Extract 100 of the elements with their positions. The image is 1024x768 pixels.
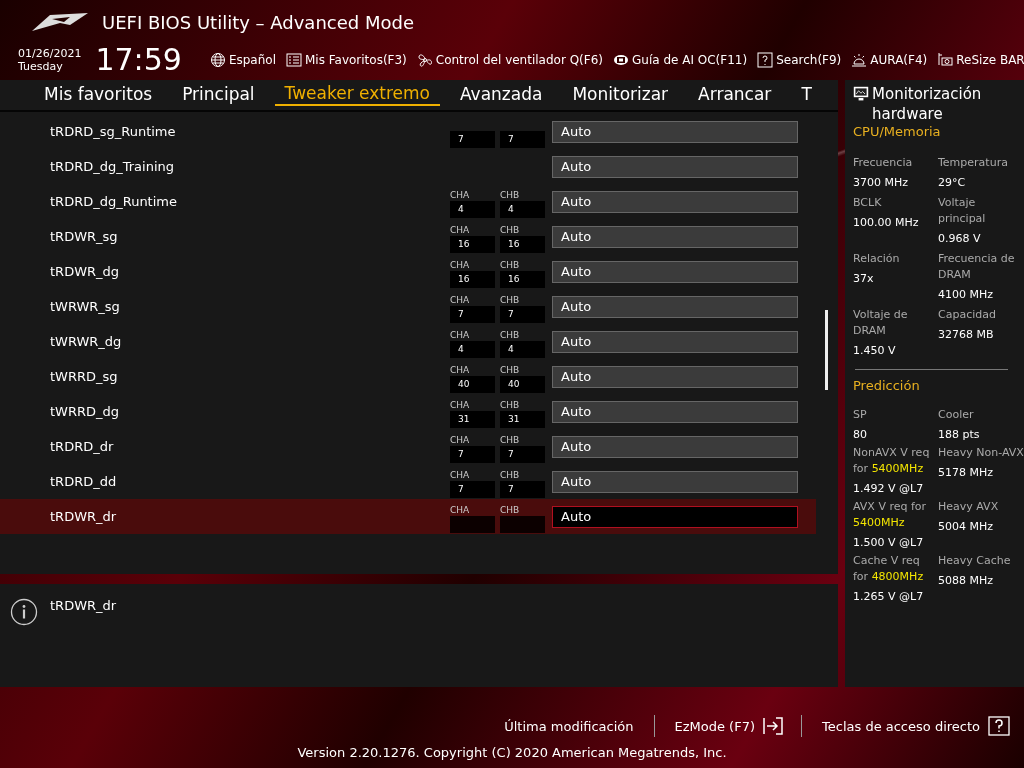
channel-value: 7: [500, 445, 545, 463]
channel-label: CHA: [450, 258, 471, 271]
setting-label: tRDRD_sg_Runtime: [50, 124, 177, 139]
channel-value: [500, 515, 545, 533]
value-field[interactable]: Auto: [552, 365, 798, 388]
toolbar-button[interactable]: AURA(F4): [849, 52, 930, 68]
channel-value: 4: [500, 340, 545, 358]
channel-label: CHA: [450, 468, 471, 481]
toolbar-button[interactable]: Control del ventilador Q(F6): [414, 52, 605, 68]
info-icon: [10, 598, 38, 626]
channel-label: CHB: [500, 503, 521, 516]
setting-label: tWRWR_dg: [50, 334, 123, 349]
value-field[interactable]: Auto: [552, 330, 798, 353]
metric-label: Heavy Cache: [938, 553, 1012, 569]
setting-label: tWRWR_sg: [50, 299, 121, 314]
channel-label: CHA: [450, 328, 471, 341]
section-heading: Predicción: [853, 378, 921, 393]
channel-label: CHB: [500, 363, 521, 376]
metric-label: Temperatura: [938, 155, 1009, 171]
metric-value: 1.265 V @L7: [853, 589, 925, 605]
metric-value: 4100 MHz: [938, 287, 995, 303]
value-field[interactable]: Auto: [552, 295, 798, 318]
toolbar-button[interactable]: Search(F9): [755, 52, 844, 68]
channel-value: 4: [450, 340, 495, 358]
setting-label: tRDWR_dg: [50, 264, 121, 279]
metric-label: Frecuencia: [853, 155, 914, 171]
help-icon[interactable]: [988, 716, 1010, 736]
menu-tab[interactable]: Mis favoritos: [34, 80, 163, 106]
metric-value: 80: [853, 427, 868, 443]
channel-value: 7: [450, 480, 495, 498]
channel-label: CHA: [450, 398, 471, 411]
metric-value: 1.500 V @L7: [853, 535, 925, 551]
channel-value: 4: [450, 200, 495, 218]
channel-label: CHB: [500, 328, 521, 341]
setting-label: tRDRD_dg_Training: [50, 159, 175, 174]
value-field[interactable]: Auto: [552, 470, 798, 493]
metric-label: SP: [853, 407, 868, 423]
channel-value: 7: [500, 305, 545, 323]
ezmode-button[interactable]: EzMode (F7): [672, 718, 757, 734]
metric-label: NonAVX V req for 5400MHz: [853, 445, 931, 477]
channel-value: 7: [500, 130, 545, 148]
metric-label: BCLK: [853, 195, 883, 211]
channel-label: CHB: [500, 258, 521, 271]
card-icon: [937, 52, 954, 68]
metric-value: 5088 MHz: [938, 573, 995, 589]
panel-title: Monitorización hardware: [872, 84, 983, 124]
hotkeys-button[interactable]: Teclas de acceso directo: [820, 718, 982, 734]
value-field[interactable]: Auto: [552, 260, 798, 283]
channel-value: 4: [500, 200, 545, 218]
metric-value: 5004 MHz: [938, 519, 995, 535]
value-field[interactable]: Auto: [552, 190, 798, 213]
value-field[interactable]: Auto: [552, 400, 798, 423]
metric-value: 188 pts: [938, 427, 981, 443]
metric-value: 37x: [853, 271, 875, 287]
value-field[interactable]: Auto: [552, 435, 798, 458]
toolbar-button[interactable]: Mis Favoritos(F3): [283, 52, 409, 68]
menu-tab[interactable]: Arrancar: [688, 80, 782, 106]
toolbar-button[interactable]: Español: [207, 52, 278, 68]
setting-label: tWRRD_dg: [50, 404, 121, 419]
metric-value: 3700 MHz: [853, 175, 910, 191]
channel-label: CHB: [500, 433, 521, 446]
list-icon: [285, 52, 302, 68]
menu-tab[interactable]: Monitorizar: [562, 80, 679, 106]
value-field[interactable]: Auto: [552, 505, 798, 528]
value-field[interactable]: Auto: [552, 120, 798, 143]
channel-label: CHA: [450, 503, 471, 516]
menu-tab[interactable]: Tweaker extremo: [274, 80, 440, 106]
value-field[interactable]: Auto: [552, 225, 798, 248]
channel-value: [450, 515, 495, 533]
help-text: tRDWR_dr: [50, 598, 117, 613]
metric-value: 0.968 V: [938, 231, 982, 247]
channel-value: 40: [450, 375, 495, 393]
metric-value: 5178 MHz: [938, 465, 995, 481]
metric-label: Cache V req for 4800MHz: [853, 553, 925, 585]
menu-tab[interactable]: Principal: [172, 80, 265, 106]
channel-value: 31: [450, 410, 495, 428]
version-text: Version 2.20.1276. Copyright (C) 2020 American Megatrends, Inc.: [297, 745, 727, 760]
channel-value: 40: [500, 375, 545, 393]
menu-tab[interactable]: Avanzada: [450, 80, 553, 106]
metric-value: 32768 MB: [938, 327, 995, 343]
metric-label: Voltaje principal: [938, 195, 987, 227]
scrollbar[interactable]: [825, 310, 828, 390]
window-title: UEFI BIOS Utility – Advanced Mode: [102, 11, 414, 33]
channel-value: 7: [450, 445, 495, 463]
value-field[interactable]: Auto: [552, 155, 798, 178]
setting-label: tRDWR_dr: [50, 509, 118, 524]
toolbar-button[interactable]: Guía de AI OC(F11): [611, 52, 750, 68]
metric-label: Heavy Non-AVX: [938, 445, 1024, 461]
setting-label: tRDRD_dg_Runtime: [50, 194, 178, 209]
channel-label: CHB: [500, 293, 521, 306]
metric-label: Cooler: [938, 407, 975, 423]
selected-row-highlight[interactable]: tRDWR_dr CHA CHB Auto: [0, 499, 816, 534]
channel-label: CHB: [500, 398, 521, 411]
last-modified-button[interactable]: Última modificación: [502, 718, 636, 734]
metric-label: Heavy AVX: [938, 499, 1000, 515]
channel-value: 7: [450, 130, 495, 148]
date-text: 01/26/2021: [18, 47, 82, 60]
menu-tab[interactable]: T: [791, 80, 822, 106]
metric-label: Capacidad: [938, 307, 997, 323]
toolbar-button[interactable]: ReSize BAR: [935, 52, 1024, 68]
